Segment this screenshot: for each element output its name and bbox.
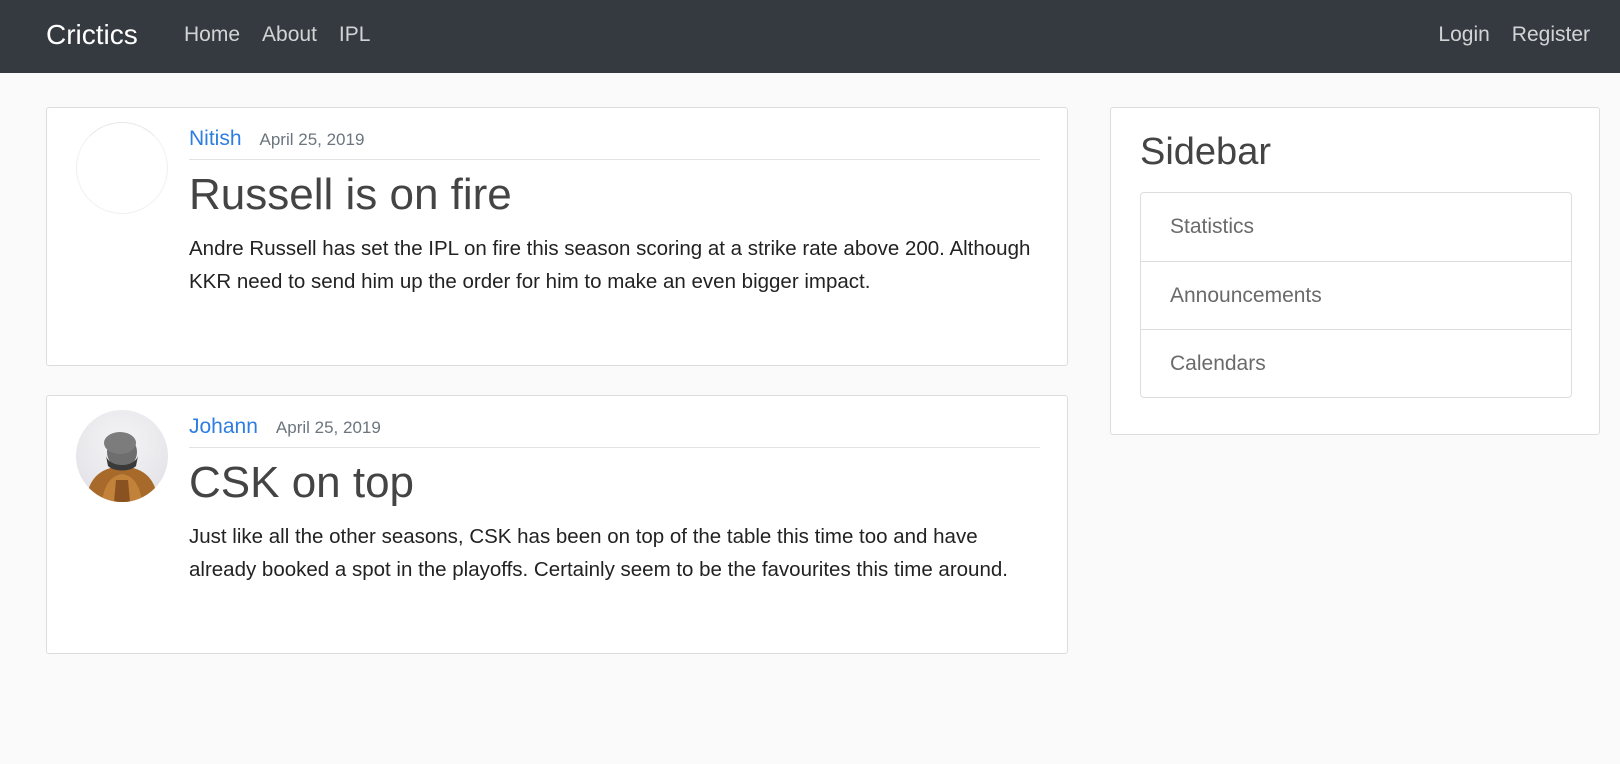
sidebar-item-announcements[interactable]: Announcements xyxy=(1141,261,1571,329)
post-author-link[interactable]: Johann xyxy=(189,414,258,440)
nav-link-about[interactable]: About xyxy=(262,21,317,49)
post-content: Just like all the other seasons, CSK has… xyxy=(189,525,1008,581)
post-meta: Nitish April 25, 2019 xyxy=(189,126,1040,160)
post-meta: Johann April 25, 2019 xyxy=(189,414,1040,448)
navbar: Crictics Home About IPL Login Register xyxy=(0,0,1620,73)
post-card: Johann April 25, 2019 CSK on top Just li… xyxy=(46,395,1068,654)
post-title-link[interactable]: CSK on top xyxy=(189,456,414,510)
post-card: Nitish April 25, 2019 Russell is on fire… xyxy=(46,107,1068,366)
nav-left: Home About IPL xyxy=(184,21,370,49)
author-avatar xyxy=(76,410,168,502)
nav-link-ipl[interactable]: IPL xyxy=(339,21,371,49)
post-date: April 25, 2019 xyxy=(275,418,381,437)
post-content: Andre Russell has set the IPL on fire th… xyxy=(189,237,1031,293)
person-photo-icon xyxy=(86,432,158,502)
sidebar-item-statistics[interactable]: Statistics xyxy=(1141,193,1571,261)
nav-link-home[interactable]: Home xyxy=(184,21,240,49)
nav-link-register[interactable]: Register xyxy=(1512,21,1590,49)
post-title-link[interactable]: Russell is on fire xyxy=(189,168,512,222)
post-date: April 25, 2019 xyxy=(259,130,365,149)
post-author-link[interactable]: Nitish xyxy=(189,126,242,152)
sidebar-heading: Sidebar xyxy=(1140,131,1271,173)
brand-link[interactable]: Crictics xyxy=(46,18,138,52)
sidebar-item-calendars[interactable]: Calendars xyxy=(1141,329,1571,397)
nav-right: Login Register xyxy=(1438,21,1590,49)
sidebar: Sidebar Statistics Announcements Calenda… xyxy=(1110,107,1600,435)
sidebar-list: Statistics Announcements Calendars xyxy=(1140,192,1572,398)
nav-link-login[interactable]: Login xyxy=(1438,21,1489,49)
author-avatar xyxy=(76,122,168,214)
